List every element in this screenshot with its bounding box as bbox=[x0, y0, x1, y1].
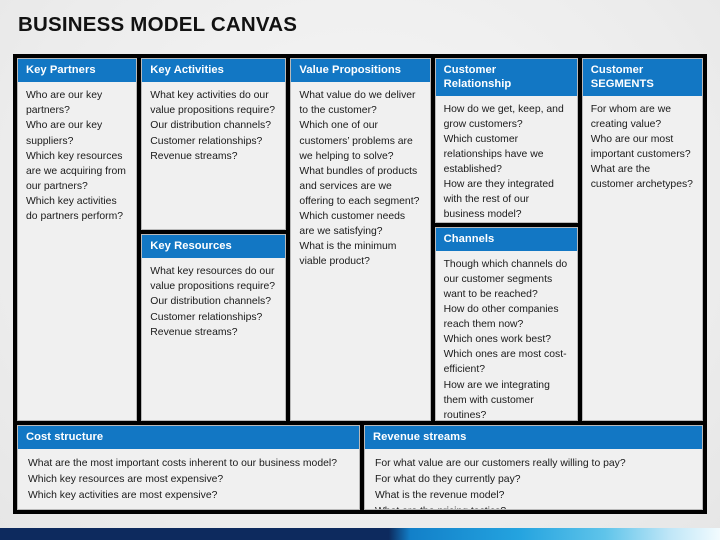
block-key-resources[interactable]: Key Resources What key resources do our … bbox=[141, 234, 287, 421]
prompt-line: Who are our key partners? bbox=[26, 90, 103, 117]
prompt-line: Revenue streams? bbox=[150, 326, 238, 338]
prompt-line: Which key resources are we acquiring fro… bbox=[26, 150, 126, 192]
block-key-partners-body: Who are our key partners? Who are our ke… bbox=[18, 82, 136, 420]
heading-line-2: Relationship bbox=[443, 78, 512, 91]
prompt-line: What value do we deliver to the customer… bbox=[299, 90, 416, 117]
column-revenue-streams: Revenue streams For what value are our c… bbox=[364, 425, 703, 510]
block-channels-heading: Channels bbox=[435, 227, 577, 251]
prompt-line: Which key activities do partners perform… bbox=[26, 195, 124, 222]
canvas-top-row: Key Partners Who are our key partners? W… bbox=[17, 58, 703, 421]
prompt-line: What is the minimum viable product? bbox=[299, 241, 397, 268]
page-title: BUSINESS MODEL CANVAS bbox=[18, 13, 298, 36]
prompt-line: Who are our most important customers? bbox=[590, 133, 691, 160]
prompt-line: How are we integrating them with custome… bbox=[443, 379, 550, 420]
column-key-activities-resources: Key Activities What key activities do ou… bbox=[141, 58, 287, 421]
block-cost-structure-body: What are the most important costs inhere… bbox=[18, 449, 359, 509]
block-channels[interactable]: Channels Though which channels do our cu… bbox=[434, 226, 578, 421]
business-model-canvas-grid: Key Partners Who are our key partners? W… bbox=[13, 54, 707, 514]
heading-line-1: Customer bbox=[443, 64, 497, 76]
block-key-activities-body: What key activities do our value proposi… bbox=[142, 82, 285, 229]
prompt-line: How do we get, keep, and grow customers? bbox=[443, 103, 564, 130]
prompt-line: Our distribution channels? bbox=[150, 120, 271, 132]
heading-line-1: Customer bbox=[590, 64, 644, 76]
block-customer-relationship[interactable]: Customer Relationship How do we get, kee… bbox=[434, 58, 578, 223]
footer-accent-bar bbox=[0, 528, 720, 540]
prompt-line: For what do they currently pay? bbox=[375, 474, 521, 486]
prompt-line: What are the most important costs inhere… bbox=[28, 458, 337, 470]
block-value-propositions-heading: Value Propositions bbox=[291, 59, 430, 83]
prompt-line: Who are our key suppliers? bbox=[26, 120, 103, 147]
prompt-line: Though which channels do our customer se… bbox=[443, 258, 568, 301]
block-key-activities[interactable]: Key Activities What key activities do ou… bbox=[141, 58, 287, 230]
prompt-line: Which one of our customers’ problems are… bbox=[299, 120, 413, 162]
canvas-bottom-row: Cost structure What are the most importa… bbox=[17, 425, 703, 510]
block-value-propositions[interactable]: Value Propositions What value do we deli… bbox=[290, 58, 431, 421]
column-key-partners: Key Partners Who are our key partners? W… bbox=[17, 58, 138, 421]
prompt-line: What key activities do our value proposi… bbox=[150, 90, 276, 117]
prompt-line: For what value are our customers really … bbox=[375, 458, 626, 470]
block-customer-segments-body: For whom are we creating value? Who are … bbox=[583, 96, 702, 420]
block-revenue-streams-heading: Revenue streams bbox=[365, 426, 702, 450]
prompt-line: What key resources do our value proposit… bbox=[150, 266, 276, 293]
block-customer-relationship-heading: Customer Relationship bbox=[435, 59, 577, 96]
block-revenue-streams-body: For what value are our customers really … bbox=[365, 449, 702, 509]
prompt-line: What is the revenue model? bbox=[375, 489, 505, 501]
prompt-line: Which key resources are most expensive? bbox=[28, 474, 224, 486]
prompt-line: Which ones are most cost-efficient? bbox=[443, 349, 567, 376]
prompt-line: Our distribution channels? bbox=[150, 296, 271, 308]
block-cost-structure[interactable]: Cost structure What are the most importa… bbox=[17, 425, 360, 510]
prompt-line: How do other companies reach them now? bbox=[443, 304, 559, 331]
block-channels-body: Though which channels do our customer se… bbox=[436, 251, 577, 420]
prompt-line: What are the pricing tactics? bbox=[375, 504, 692, 509]
block-customer-segments-heading: Customer SEGMENTS bbox=[582, 59, 702, 96]
prompt-line: How are they integrated with the rest of… bbox=[443, 179, 554, 221]
block-key-partners[interactable]: Key Partners Who are our key partners? W… bbox=[17, 58, 138, 421]
column-value-propositions: Value Propositions What value do we deli… bbox=[290, 58, 431, 421]
prompt-line: Which key activities are most expensive? bbox=[28, 489, 218, 501]
prompt-line: What bundles of products and services ar… bbox=[299, 165, 420, 207]
slide-canvas: BUSINESS MODEL CANVAS Key Partners Who a… bbox=[0, 0, 720, 540]
block-key-activities-heading: Key Activities bbox=[142, 59, 286, 83]
block-key-resources-heading: Key Resources bbox=[142, 235, 286, 259]
prompt-line: Customer relationships? bbox=[150, 135, 263, 147]
column-customer-segments: Customer SEGMENTS For whom are we creati… bbox=[581, 58, 703, 421]
block-key-resources-body: What key resources do our value proposit… bbox=[142, 258, 285, 420]
prompt-line: Revenue streams? bbox=[150, 150, 238, 162]
block-key-partners-heading: Key Partners bbox=[18, 59, 137, 83]
column-customer-relationship-channels: Customer Relationship How do we get, kee… bbox=[434, 58, 578, 421]
block-customer-relationship-body: How do we get, keep, and grow customers?… bbox=[436, 96, 577, 222]
prompt-line: For whom are we creating value? bbox=[590, 103, 671, 130]
heading-line-2: SEGMENTS bbox=[590, 78, 654, 91]
block-cost-structure-heading: Cost structure bbox=[18, 426, 359, 450]
prompt-line: Customer relationships? bbox=[150, 311, 263, 323]
block-revenue-streams[interactable]: Revenue streams For what value are our c… bbox=[364, 425, 703, 510]
block-value-propositions-body: What value do we deliver to the customer… bbox=[291, 82, 429, 420]
column-cost-structure: Cost structure What are the most importa… bbox=[17, 425, 360, 510]
block-customer-segments[interactable]: Customer SEGMENTS For whom are we creati… bbox=[581, 58, 703, 421]
prompt-line: What are the customer archetypes? bbox=[590, 163, 693, 191]
prompt-line: Which ones work best? bbox=[443, 334, 551, 346]
prompt-line: Which customer needs are we satisfying? bbox=[299, 210, 406, 238]
prompt-line: Which customer relationships have we est… bbox=[443, 133, 544, 175]
